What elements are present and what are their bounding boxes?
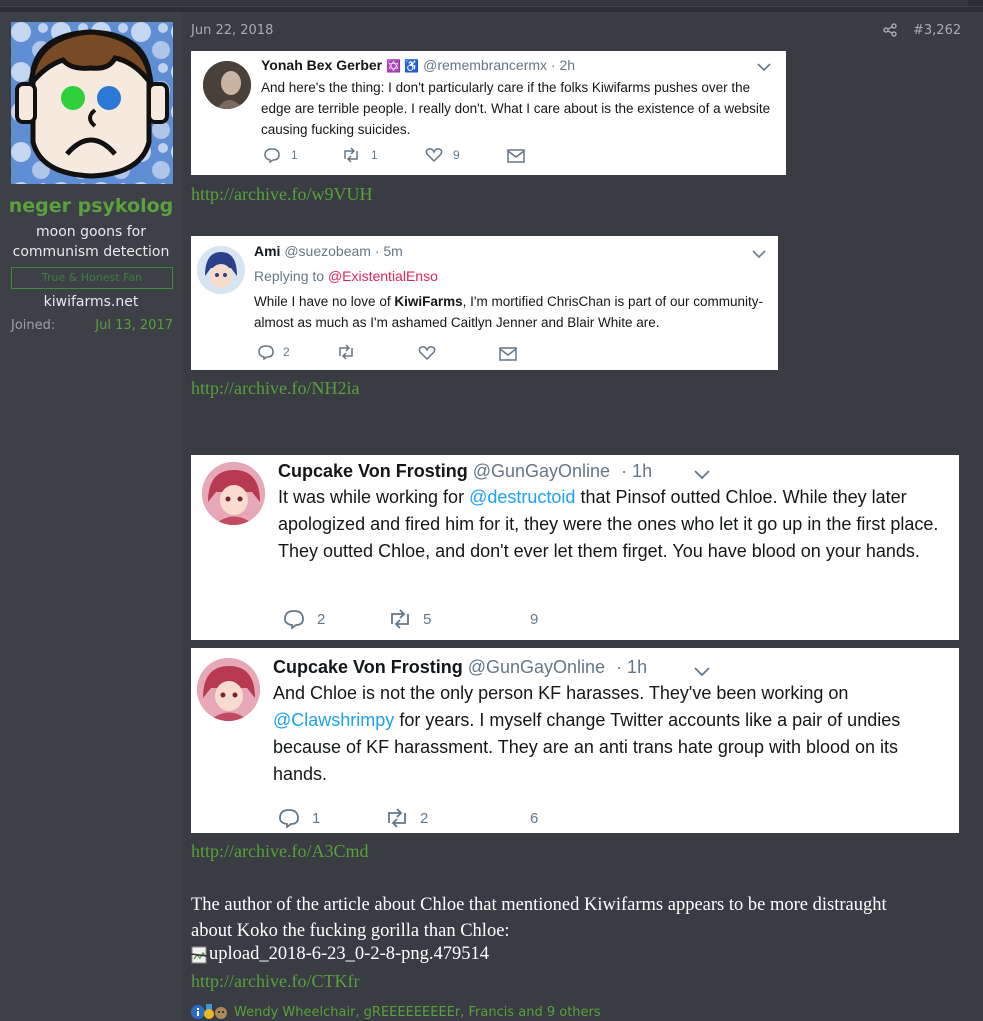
reaction-icon — [215, 1007, 227, 1019]
replying-to-handle[interactable]: @ExistentialEnso — [328, 268, 438, 284]
post-date[interactable]: Jun 22, 2018 — [191, 23, 273, 38]
retweet-count: 1 — [371, 148, 378, 162]
user-banner: True & Honest Fan — [11, 267, 173, 289]
tweet-author-name[interactable]: Cupcake Von Frosting — [273, 657, 463, 677]
heart-icon — [425, 148, 443, 163]
like-count: 9 — [453, 148, 460, 162]
tweet-author-name[interactable]: Yonah Bex Gerber — [261, 57, 382, 73]
heart-icon — [418, 346, 436, 361]
tweet-time[interactable]: · 2h — [551, 57, 575, 73]
replying-to-label: Replying to — [254, 268, 325, 284]
image-alt-text: upload_2018-6-23_0-2-8-png.479514 — [209, 944, 490, 964]
reply-count: 2 — [317, 610, 326, 628]
retweet-action[interactable]: 5 — [387, 609, 431, 629]
chevron-down-icon[interactable] — [757, 59, 771, 77]
joined-date: Jul 13, 2017 — [95, 318, 173, 333]
tweet-mention[interactable]: @destructoid — [469, 487, 575, 507]
retweet-action[interactable]: 1 — [341, 147, 378, 163]
retweet-count: 5 — [423, 610, 432, 628]
reactions-list[interactable]: Wendy Wheelchair, gREEEEEEEEEr, Francis … — [234, 1005, 601, 1020]
archive-link[interactable]: http://archive.fo/CTKfr — [191, 971, 359, 992]
tweet-time[interactable]: · 5m — [375, 243, 403, 259]
like-action[interactable]: 9 — [425, 147, 460, 163]
post-content: Jun 22, 2018 #3,262 Yonah Bex Gerber ✡️ … — [182, 12, 983, 1021]
retweet-icon — [344, 147, 358, 163]
avatar — [197, 658, 260, 721]
broken-image-icon — [191, 946, 207, 963]
like-action[interactable] — [418, 345, 436, 361]
mail-icon[interactable] — [499, 347, 517, 361]
tweet-author-handle[interactable]: @GunGayOnline — [473, 461, 610, 481]
reply-count: 1 — [291, 148, 298, 162]
reply-action[interactable]: 1 — [278, 808, 320, 828]
tweet-author-name[interactable]: Cupcake Von Frosting — [278, 461, 468, 481]
archive-link[interactable]: http://archive.fo/NH2ia — [191, 378, 359, 399]
tweet-text-pre: It was while working for — [278, 487, 465, 507]
chevron-down-icon[interactable] — [752, 246, 766, 264]
retweet-icon — [339, 344, 353, 360]
retweet-icon — [388, 808, 406, 828]
like-count: 6 — [530, 810, 539, 827]
tweet-text: And Chloe is not the only person KF hara… — [273, 680, 953, 788]
reply-action[interactable]: 1 — [263, 147, 298, 163]
tweet-text-bold: KiwiFarms — [394, 294, 463, 309]
tweet-embed: Ami @suezobeam · 5m Replying to @Existen… — [191, 236, 778, 370]
reply-icon — [258, 345, 274, 360]
reply-count: 1 — [312, 809, 321, 827]
retweet-icon — [391, 609, 409, 629]
broken-image: upload_2018-6-23_0-2-8-png.479514 — [191, 944, 489, 965]
tweet-text: And here's the thing: I don't particular… — [261, 80, 771, 137]
share-icon[interactable] — [883, 23, 897, 41]
like-count: 9 — [530, 611, 539, 628]
mail-icon[interactable] — [507, 149, 525, 163]
avatar — [197, 246, 245, 294]
reply-action[interactable]: 2 — [283, 609, 325, 629]
reply-icon — [284, 610, 304, 629]
retweet-action[interactable]: 2 — [384, 808, 428, 828]
like-count-wrap[interactable]: 9 — [530, 611, 538, 628]
reply-icon — [264, 148, 280, 163]
reply-icon — [279, 809, 299, 828]
tweet-mention[interactable]: @Clawshrimpy — [273, 710, 394, 730]
user-title: moon goons for communism detection — [12, 224, 170, 260]
tweet-author-handle[interactable]: @GunGayOnline — [468, 657, 605, 677]
joined-label: Joined: — [11, 318, 56, 333]
like-count-wrap[interactable]: 6 — [530, 810, 538, 827]
tweet-text: While I have no love of KiwiFarms, I'm m… — [254, 291, 769, 333]
post-number[interactable]: #3,262 — [913, 23, 961, 38]
user-site: kiwifarms.net — [43, 294, 139, 310]
top-bar — [0, 0, 983, 7]
tweet-author-handle[interactable]: @remembrancermx — [423, 57, 547, 73]
tweet-text: It was while working for @destructoid th… — [278, 484, 950, 565]
reply-action[interactable]: 2 — [257, 344, 290, 360]
avatar[interactable] — [11, 22, 173, 184]
archive-link[interactable]: http://archive.fo/w9VUH — [191, 184, 372, 205]
tweet-author-name[interactable]: Ami — [254, 243, 280, 259]
tweet-author-handle[interactable]: @suezobeam — [284, 243, 371, 259]
tweet-text-pre: And Chloe is not the only person KF hara… — [273, 683, 849, 703]
avatar — [202, 462, 265, 525]
reactions-bar[interactable]: Wendy Wheelchair, gREEEEEEEEEr, Francis … — [191, 1004, 601, 1020]
reply-count: 2 — [283, 345, 290, 359]
archive-link[interactable]: http://archive.fo/A3Cmd — [191, 841, 368, 862]
post-paragraph: The author of the article about Chloe th… — [191, 895, 887, 941]
forum-post: neger psykolog moon goons for communism … — [0, 12, 983, 1021]
retweet-action[interactable] — [336, 344, 356, 360]
user-sidebar: neger psykolog moon goons for communism … — [0, 12, 182, 1021]
username[interactable]: neger psykolog — [0, 195, 182, 217]
tweet-embed: Yonah Bex Gerber ✡️ ♿ @remembrancermx · … — [191, 51, 786, 175]
tweet-text-pre: While I have no love of — [254, 294, 391, 309]
tweet-embed: Cupcake Von Frosting @GunGayOnline · 1h … — [191, 648, 959, 833]
tweet-author-emoji: ✡️ ♿ — [386, 59, 420, 73]
avatar — [203, 61, 251, 109]
tweet-time[interactable]: · 1h — [621, 461, 652, 481]
retweet-count: 2 — [420, 809, 429, 827]
tweet-embed: Cupcake Von Frosting @GunGayOnline · 1h … — [191, 455, 959, 640]
tweet-time[interactable]: · 1h — [616, 657, 647, 677]
